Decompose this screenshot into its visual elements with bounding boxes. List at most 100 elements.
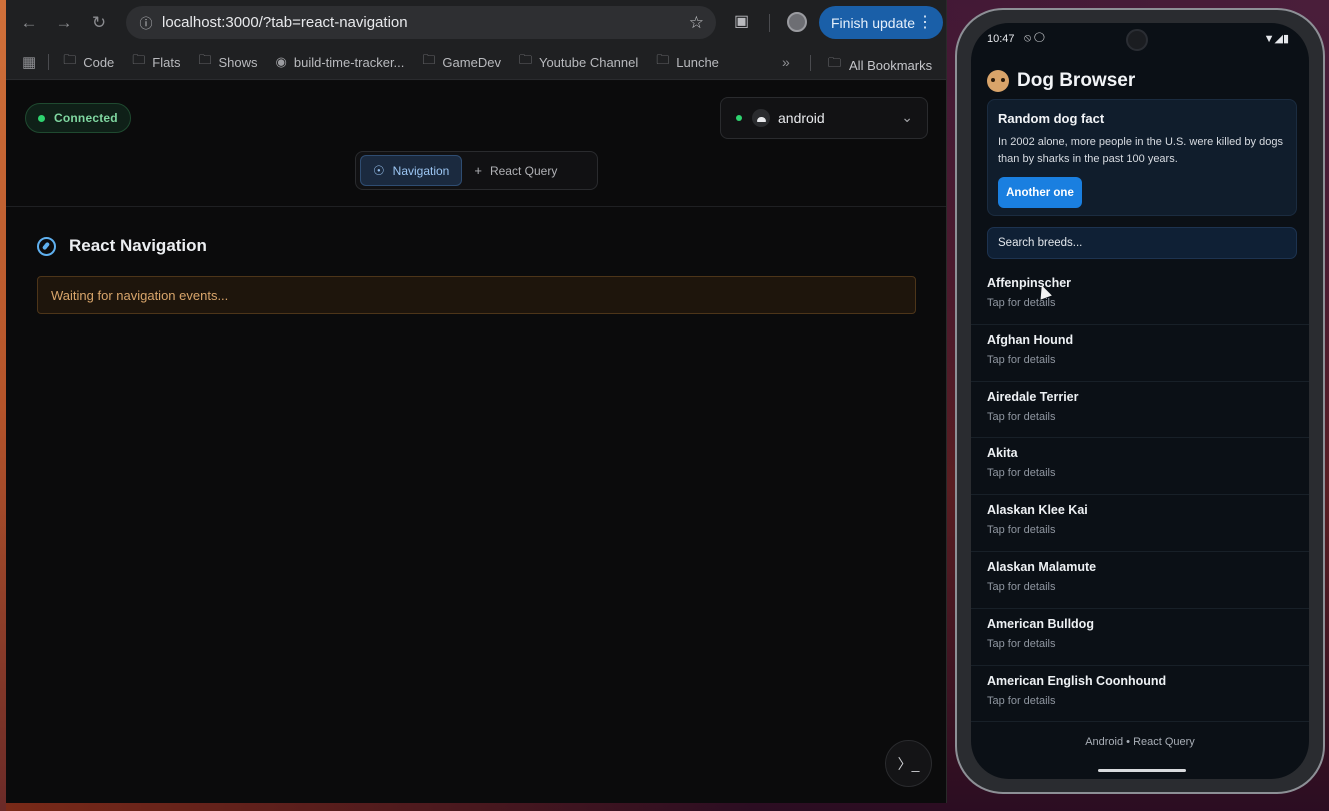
breed-list: Affenpinscher Tap for details Afghan Houn… xyxy=(971,268,1309,723)
app-title: Dog Browser xyxy=(987,70,1135,92)
extensions-icon[interactable]: ▣ xyxy=(734,11,749,31)
profile-avatar-icon[interactable] xyxy=(787,12,807,32)
bookmark-label: GameDev xyxy=(442,54,501,70)
another-one-button[interactable]: Another one xyxy=(998,177,1082,208)
bookmarks-bar: ▦ 🗀 Code 🗀 Flats 🗀 Shows ◉ build-time-tracke… xyxy=(6,45,946,80)
finish-update-button[interactable]: Finish update ⋮ xyxy=(819,6,943,39)
terminal-button[interactable]: 〉_ xyxy=(885,740,932,787)
reload-icon[interactable]: ↻ xyxy=(84,8,114,38)
breed-subtitle: Tap for details xyxy=(987,467,1056,480)
breed-name: Airedale Terrier xyxy=(987,389,1079,404)
folder-icon: 🗀 xyxy=(63,52,77,67)
app-header: Connected android ⌄ ☉ Navigation + React… xyxy=(6,81,946,207)
bookmark-label: Shows xyxy=(218,54,258,70)
folder-icon: 🗀 xyxy=(656,52,670,67)
bookmark-label: Youtube Channel xyxy=(538,54,639,70)
status-dot-icon xyxy=(38,114,45,122)
list-item[interactable]: Afghan Hound Tap for details xyxy=(971,325,1309,382)
apps-grid-icon[interactable]: ▦ xyxy=(22,53,36,71)
breed-subtitle: Tap for details xyxy=(987,353,1056,366)
breed-subtitle: Tap for details xyxy=(987,297,1056,309)
back-icon[interactable]: ← xyxy=(14,8,44,38)
home-indicator[interactable] xyxy=(1098,769,1186,772)
plus-icon: + xyxy=(474,163,482,178)
breed-search-input[interactable]: Search breeds... xyxy=(987,227,1297,259)
list-item[interactable]: Akita Tap for details xyxy=(971,438,1309,496)
browser-window: ← → ↻ ⓘ localhost:3000/?tab=react-naviga… xyxy=(6,0,947,803)
bookmarks-divider xyxy=(48,54,50,70)
menu-dots-icon[interactable]: ⋮ xyxy=(917,12,933,32)
front-camera-icon xyxy=(1126,29,1148,51)
status-notification-icons: ⦸ ◯ xyxy=(1024,32,1045,44)
url-text[interactable]: localhost:3000/?tab=react-navigation xyxy=(162,14,689,31)
dog-face-icon xyxy=(987,70,1009,92)
site-info-icon[interactable]: ⓘ xyxy=(130,13,162,32)
status-time: 10:47 xyxy=(987,33,1015,45)
app-title-text: Dog Browser xyxy=(1017,70,1136,91)
bookmarks-divider xyxy=(810,55,811,71)
bookmark-link[interactable]: ◉ build-time-tracker... xyxy=(276,54,405,70)
bookmark-folder[interactable]: 🗀 Shows xyxy=(198,51,257,73)
connection-status-label: Connected xyxy=(54,111,118,125)
folder-icon: 🗀 xyxy=(422,52,436,67)
device-online-dot-icon xyxy=(736,115,742,121)
dog-fact-card: Random dog fact In 2002 alone, more peop… xyxy=(987,99,1297,216)
bookmark-folder[interactable]: 🗀 Code xyxy=(63,51,114,73)
compass-icon: ☉ xyxy=(373,162,385,178)
all-bookmarks-label: All Bookmarks xyxy=(849,57,933,73)
breed-name: Afghan Hound xyxy=(987,332,1074,347)
terminal-icon: 〉_ xyxy=(897,755,920,772)
phone-screen: 10:47 ⦸ ◯ ▼◢▮ Dog Browser Random dog fac… xyxy=(971,23,1309,779)
breed-name: Akita xyxy=(987,446,1018,461)
device-name: android xyxy=(778,110,825,126)
app-footer: Android • React Query xyxy=(1085,736,1195,748)
fact-title: Random dog fact xyxy=(998,111,1105,126)
list-item[interactable]: American Bulldog Tap for details xyxy=(971,609,1309,666)
list-item[interactable]: Airedale Terrier Tap for details xyxy=(971,382,1309,439)
tab-label: Navigation xyxy=(392,163,450,178)
connection-status-badge: Connected xyxy=(25,103,131,133)
breed-name: American Bulldog xyxy=(987,616,1094,631)
folder-icon: 🗀 xyxy=(828,55,842,70)
bookmark-folder[interactable]: 🗀 GameDev xyxy=(422,51,501,73)
list-item[interactable]: American English Coonhound Tap for detail… xyxy=(971,666,1309,723)
devtools-app: Connected android ⌄ ☉ Navigation + React… xyxy=(6,81,946,803)
section-heading: React Navigation xyxy=(37,236,207,256)
bookmark-label: Code xyxy=(83,54,115,70)
tab-bar: ☉ Navigation + React Query xyxy=(355,151,598,190)
finish-update-label: Finish update xyxy=(831,14,916,31)
breed-subtitle: Tap for details xyxy=(987,524,1056,537)
bookmark-label: Flats xyxy=(152,54,181,70)
list-item[interactable]: Alaskan Malamute Tap for details xyxy=(971,552,1309,609)
folder-icon: 🗀 xyxy=(198,52,212,67)
breed-name: American English Coonhound xyxy=(987,673,1167,688)
list-item[interactable]: Alaskan Klee Kai Tap for details xyxy=(971,495,1309,552)
breed-subtitle: Tap for details xyxy=(987,410,1056,423)
bookmark-folder[interactable]: 🗀 Lunche xyxy=(656,51,719,73)
tab-react-query[interactable]: + React Query xyxy=(462,155,569,186)
waiting-message: Waiting for navigation events... xyxy=(37,276,916,314)
folder-icon: 🗀 xyxy=(132,52,146,67)
forward-icon[interactable]: → xyxy=(49,8,79,38)
breed-subtitle: Tap for details xyxy=(987,694,1056,707)
breed-subtitle: Tap for details xyxy=(987,580,1056,593)
github-icon: ◉ xyxy=(275,54,287,69)
breed-name: Alaskan Malamute xyxy=(987,559,1097,574)
breed-name: Affenpinscher xyxy=(987,276,1072,290)
all-bookmarks-button[interactable]: 🗀 All Bookmarks xyxy=(828,54,932,76)
bookmark-label: Lunche xyxy=(676,54,719,70)
bookmark-folder[interactable]: 🗀 Flats xyxy=(132,51,180,73)
chevron-down-icon: ⌄ xyxy=(901,109,913,125)
list-item[interactable]: Affenpinscher Tap for details xyxy=(971,268,1309,325)
folder-icon: 🗀 xyxy=(518,52,532,67)
toolbar-divider xyxy=(769,14,770,32)
bookmark-star-icon[interactable]: ☆ xyxy=(689,13,704,33)
tab-navigation[interactable]: ☉ Navigation xyxy=(360,155,463,186)
more-bookmarks-icon[interactable]: » xyxy=(782,54,790,70)
fact-text: In 2002 alone, more people in the U.S. w… xyxy=(998,136,1283,165)
compass-icon xyxy=(37,236,56,256)
bookmark-folder[interactable]: 🗀 Youtube Channel xyxy=(519,51,638,73)
device-select[interactable]: android ⌄ xyxy=(720,97,928,139)
tab-label: React Query xyxy=(489,163,558,178)
address-bar[interactable]: ⓘ localhost:3000/?tab=react-navigation ☆ xyxy=(126,6,716,39)
